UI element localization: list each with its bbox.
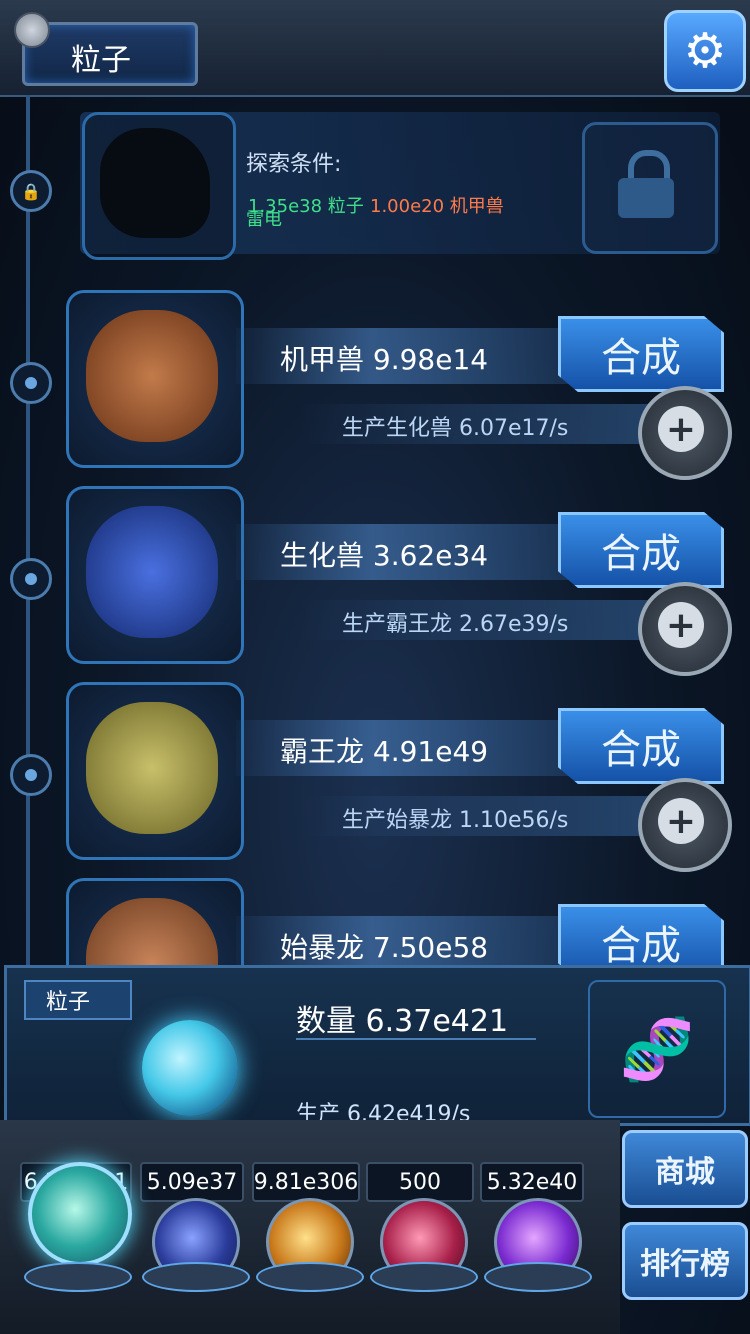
orb-base: [484, 1262, 592, 1292]
lock-icon: 🔒: [21, 181, 41, 201]
particle-orb-icon: [142, 1020, 238, 1116]
resource-value: 9.81e306: [252, 1162, 360, 1202]
synthesize-button[interactable]: 合成: [558, 512, 724, 588]
mech-beast-image: [86, 310, 218, 442]
resource-value: 5.32e40: [480, 1162, 584, 1202]
production-text: 生产始暴龙 1.10e56/s: [342, 808, 569, 833]
rail-lock-node: 🔒: [10, 170, 52, 212]
unit-name: 生化兽 3.62e34: [280, 539, 489, 572]
requirement-mech: 1.00e20 机甲兽: [370, 196, 504, 217]
synthesize-button[interactable]: 合成: [558, 316, 724, 392]
upgrade-button[interactable]: +: [638, 582, 732, 676]
synthesize-button[interactable]: 合成: [558, 708, 724, 784]
unit-name: 霸王龙 4.91e49: [280, 735, 489, 768]
orb-base: [142, 1262, 250, 1292]
resource-value: 5.09e37: [140, 1162, 244, 1202]
panel-tab: 粒子: [24, 980, 132, 1020]
plus-icon: +: [658, 406, 704, 452]
upgrade-button[interactable]: +: [638, 386, 732, 480]
production-text: 生产霸王龙 2.67e39/s: [342, 612, 569, 637]
trex-image: [86, 702, 218, 834]
locked-silhouette: [100, 128, 210, 238]
production-text: 生产生化兽 6.07e17/s: [342, 416, 569, 441]
plus-icon: +: [658, 602, 704, 648]
screw-icon: [14, 12, 50, 48]
orb-base: [24, 1262, 132, 1292]
orb-base: [370, 1262, 478, 1292]
panel-tab-label: 粒子: [46, 990, 91, 1015]
page-title: 粒子: [71, 43, 131, 78]
requirement-thunder: 雷电: [246, 209, 282, 230]
unit-row: 霸王龙 4.91e49 合成 生产始暴龙 1.10e56/s +: [0, 682, 750, 872]
particle-count: 数量 6.37e421: [296, 1004, 509, 1039]
dna-icon[interactable]: 🧬: [588, 980, 726, 1118]
plus-icon: +: [658, 798, 704, 844]
unit-row: 机甲兽 9.98e14 合成 生产生化兽 6.07e17/s +: [0, 290, 750, 480]
padlock-icon: [614, 150, 678, 220]
orb-base: [256, 1262, 364, 1292]
divider: [296, 1038, 536, 1040]
unit-name: 始暴龙 7.50e58: [280, 931, 489, 964]
explore-condition-label: 探索条件:: [246, 152, 342, 177]
unit-row: 生化兽 3.62e34 合成 生产霸王龙 2.67e39/s +: [0, 486, 750, 676]
settings-button[interactable]: ⚙: [664, 10, 746, 92]
unit-name: 机甲兽 9.98e14: [280, 343, 489, 376]
ranking-button[interactable]: 排行榜: [622, 1222, 748, 1300]
particle-resource-button[interactable]: [28, 1162, 132, 1266]
shop-button[interactable]: 商城: [622, 1130, 748, 1208]
bio-beast-image: [86, 506, 218, 638]
gear-icon: ⚙: [683, 23, 727, 79]
resource-value: 500: [366, 1162, 474, 1202]
upgrade-button[interactable]: +: [638, 778, 732, 872]
